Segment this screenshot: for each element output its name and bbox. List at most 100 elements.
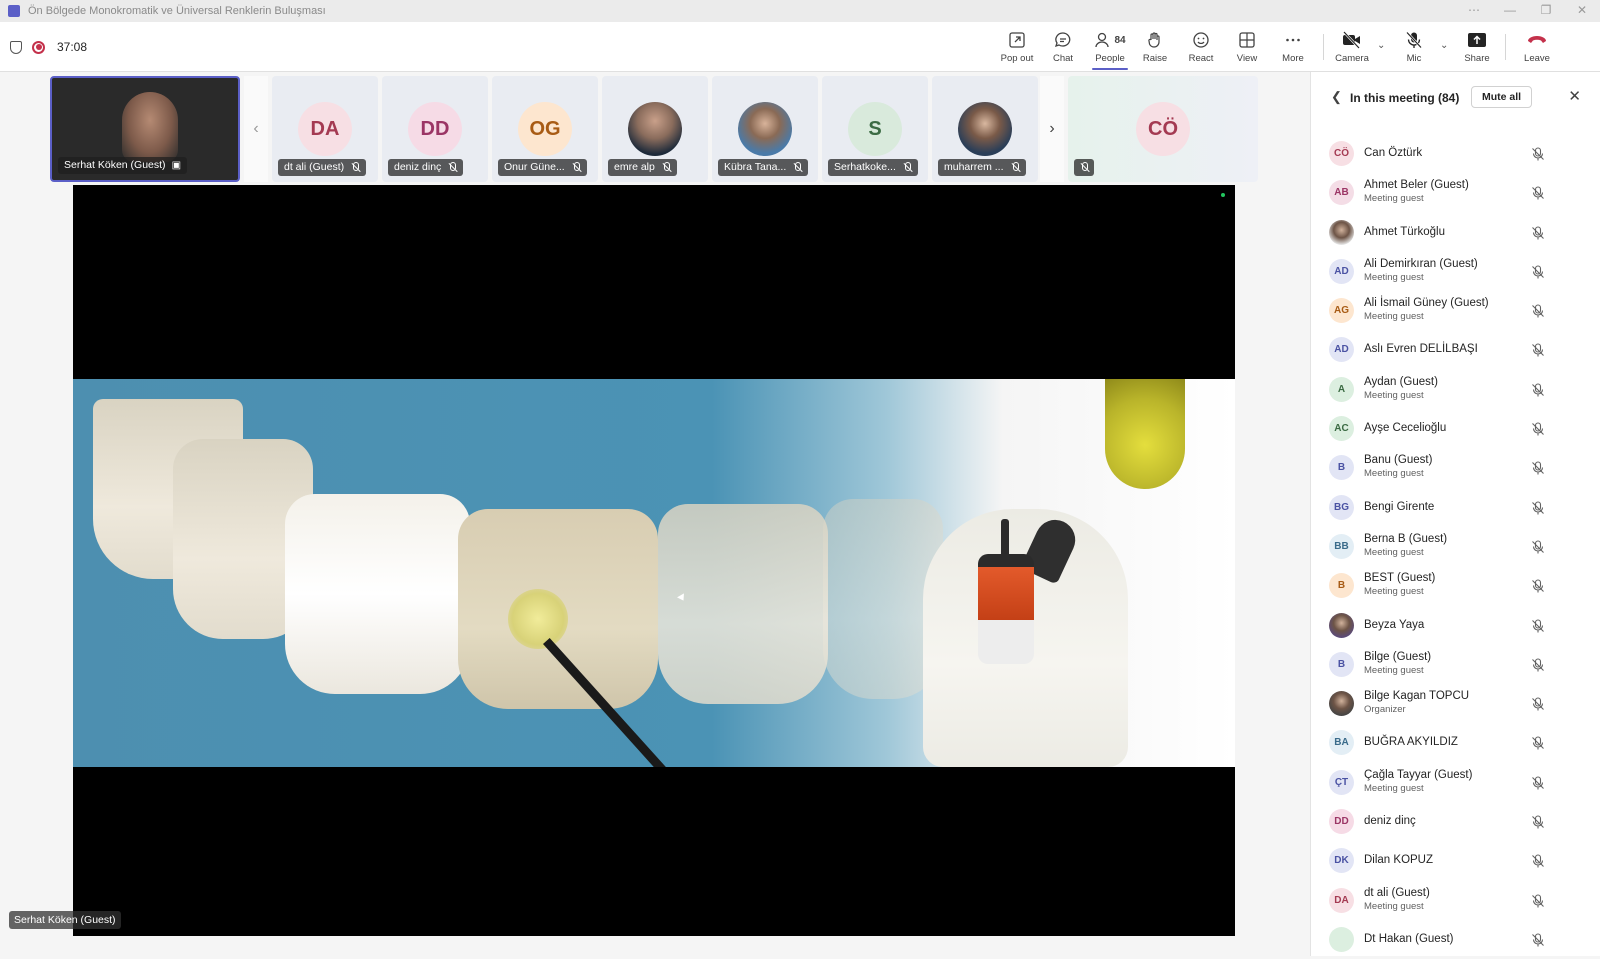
tile-name: emre alp: [614, 161, 655, 173]
mic-off-icon[interactable]: [1531, 776, 1545, 795]
participant-row[interactable]: CÖ Can Öztürk: [1311, 134, 1600, 173]
mic-off-icon[interactable]: [1531, 894, 1545, 913]
mic-off-icon[interactable]: [1531, 815, 1545, 834]
mic-off-icon[interactable]: [1531, 226, 1545, 245]
participant-tile[interactable]: muharrem ...: [932, 76, 1038, 182]
participant-row[interactable]: Dt Hakan (Guest): [1311, 920, 1600, 959]
avatar: B: [1329, 455, 1354, 481]
minimize-icon[interactable]: —: [1492, 0, 1528, 22]
tooth-shape: [285, 494, 470, 694]
mic-off-icon: [350, 162, 360, 173]
raise-hand-button[interactable]: Raise: [1131, 22, 1179, 72]
mic-off-icon[interactable]: [1531, 383, 1545, 402]
people-button[interactable]: 84 People: [1084, 22, 1136, 72]
overflow-participant-tile[interactable]: CÖ: [1068, 76, 1258, 182]
meeting-status: 37:08: [10, 22, 87, 72]
participant-row[interactable]: B BEST (Guest) Meeting guest: [1311, 566, 1600, 605]
participant-row[interactable]: DA dt ali (Guest) Meeting guest: [1311, 881, 1600, 920]
mic-off-icon[interactable]: [1531, 658, 1545, 677]
participant-name: BEST (Guest): [1364, 572, 1436, 585]
participant-row[interactable]: B Banu (Guest) Meeting guest: [1311, 448, 1600, 487]
mic-off-icon[interactable]: [1531, 697, 1545, 716]
avatar-photo: [1329, 612, 1354, 638]
participant-name: Aydan (Guest): [1364, 375, 1438, 388]
avatar: ÇT: [1329, 769, 1354, 795]
participant-row[interactable]: AD Ali Demirkıran (Guest) Meeting guest: [1311, 252, 1600, 291]
mic-options-chevron-icon[interactable]: ⌄: [1440, 40, 1448, 51]
participant-row[interactable]: BA BUĞRA AKYILDIZ: [1311, 723, 1600, 762]
mic-off-icon[interactable]: [1531, 186, 1545, 205]
participant-tile[interactable]: DD deniz dinç: [382, 76, 488, 182]
tile-name: Kübra Tana...: [724, 161, 787, 173]
participant-row[interactable]: DK Dilan KOPUZ: [1311, 841, 1600, 880]
mic-off-icon[interactable]: [1531, 933, 1545, 952]
mic-off-icon[interactable]: [1531, 422, 1545, 441]
mic-off-icon[interactable]: [1531, 501, 1545, 520]
participant-row[interactable]: AB Ahmet Beler (Guest) Meeting guest: [1311, 173, 1600, 212]
tile-name: muharrem ...: [944, 161, 1004, 173]
mic-off-icon[interactable]: [1531, 579, 1545, 598]
window-controls: ⋯ — ❐ ✕: [1456, 0, 1600, 22]
mic-off-icon[interactable]: [1531, 540, 1545, 559]
shared-content-stage[interactable]: [73, 185, 1235, 936]
back-chevron-icon[interactable]: ❮: [1331, 89, 1342, 105]
participant-row[interactable]: ÇT Çağla Tayyar (Guest) Meeting guest: [1311, 763, 1600, 802]
mic-off-icon[interactable]: [1531, 304, 1545, 323]
share-icon: [1467, 30, 1487, 50]
participant-row[interactable]: DD deniz dinç: [1311, 802, 1600, 841]
close-panel-icon[interactable]: ✕: [1568, 87, 1581, 105]
popout-button[interactable]: Pop out: [993, 22, 1041, 72]
adhesive-bottle: [978, 554, 1034, 664]
active-speaker-tile[interactable]: Serhat Köken (Guest) ▣: [50, 76, 240, 182]
mic-off-icon[interactable]: [1531, 461, 1545, 480]
recording-icon: [32, 40, 45, 54]
participant-tile[interactable]: S Serhatkoke...: [822, 76, 928, 182]
mic-off-icon[interactable]: [1531, 736, 1545, 755]
share-button[interactable]: Share: [1453, 22, 1501, 72]
view-button[interactable]: View: [1223, 22, 1271, 72]
window-more-icon[interactable]: ⋯: [1456, 0, 1492, 22]
camera-button[interactable]: Camera: [1328, 22, 1376, 72]
mic-off-icon[interactable]: [1531, 147, 1545, 166]
chat-button[interactable]: Chat: [1039, 22, 1087, 72]
participant-role: Meeting guest: [1364, 546, 1424, 558]
participant-row[interactable]: Beyza Yaya: [1311, 606, 1600, 645]
camera-options-chevron-icon[interactable]: ⌄: [1377, 40, 1385, 51]
mic-off-icon[interactable]: [1531, 343, 1545, 362]
participant-row[interactable]: AG Ali İsmail Güney (Guest) Meeting guest: [1311, 291, 1600, 330]
participant-role: Organizer: [1364, 704, 1406, 716]
people-label: People: [1095, 53, 1125, 64]
participant-row[interactable]: BB Berna B (Guest) Meeting guest: [1311, 527, 1600, 566]
tile-name: Serhat Köken (Guest): [64, 159, 166, 171]
participant-row[interactable]: Bilge Kagan TOPCU Organizer: [1311, 684, 1600, 723]
participant-name: Ahmet Türkoğlu: [1364, 225, 1445, 238]
react-button[interactable]: React: [1177, 22, 1225, 72]
strip-next-chevron-icon[interactable]: ›: [1040, 76, 1064, 182]
participant-list: CÖ Can Öztürk AB Ahmet Beler (Guest) Meeting…: [1311, 134, 1600, 959]
participant-row[interactable]: AD Aslı Evren DELİLBAŞI: [1311, 330, 1600, 369]
more-button[interactable]: More: [1269, 22, 1317, 72]
mic-off-icon: [1010, 162, 1020, 173]
panel-title: In this meeting (84): [1350, 91, 1460, 105]
mic-off-icon[interactable]: [1531, 619, 1545, 638]
participant-row[interactable]: A Aydan (Guest) Meeting guest: [1311, 370, 1600, 409]
participant-row[interactable]: AC Ayşe Cecelioğlu: [1311, 409, 1600, 448]
participant-tile[interactable]: Kübra Tana...: [712, 76, 818, 182]
participant-tile[interactable]: OG Onur Güne...: [492, 76, 598, 182]
leave-button[interactable]: Leave: [1513, 22, 1561, 72]
mic-off-icon[interactable]: [1531, 854, 1545, 873]
participant-tile[interactable]: emre alp: [602, 76, 708, 182]
participant-row[interactable]: Ahmet Türkoğlu: [1311, 213, 1600, 252]
participant-row[interactable]: B Bilge (Guest) Meeting guest: [1311, 645, 1600, 684]
more-label: More: [1282, 53, 1304, 64]
participant-row[interactable]: BG Bengi Girente: [1311, 488, 1600, 527]
mic-button[interactable]: Mic: [1390, 22, 1438, 72]
close-window-icon[interactable]: ✕: [1564, 0, 1600, 22]
strip-prev-chevron-icon[interactable]: ‹: [244, 76, 268, 182]
tile-name-label: Serhat Köken (Guest) ▣: [58, 157, 188, 174]
mute-all-button[interactable]: Mute all: [1471, 86, 1533, 108]
screen-share-icon: ▣: [171, 160, 182, 171]
mic-off-icon[interactable]: [1531, 265, 1545, 284]
participant-tile[interactable]: DA dt ali (Guest): [272, 76, 378, 182]
maximize-icon[interactable]: ❐: [1528, 0, 1564, 22]
